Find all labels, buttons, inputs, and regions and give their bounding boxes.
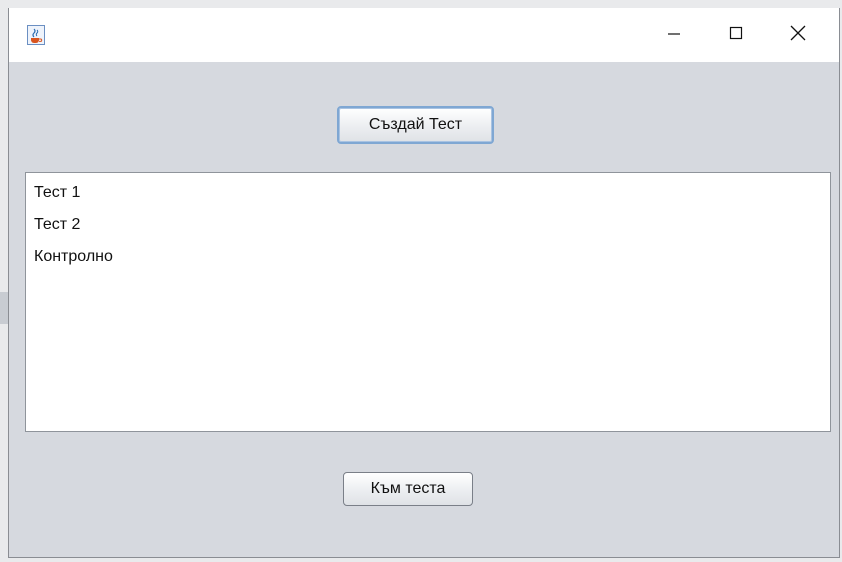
list-item[interactable]: Тест 2 [26,209,830,241]
minimize-icon [666,25,682,46]
maximize-icon [728,25,744,46]
java-cup-icon[interactable] [27,25,45,45]
maximize-button[interactable] [713,8,759,62]
app-window: Създай Тест Тест 1 Тест 2 Контролно Към … [8,8,840,558]
close-button[interactable] [775,8,821,62]
list-item[interactable]: Тест 1 [26,177,830,209]
title-bar[interactable] [9,8,839,62]
close-icon [789,24,807,47]
tests-list[interactable]: Тест 1 Тест 2 Контролно [25,172,831,432]
list-item[interactable]: Контролно [26,241,830,273]
background-window-edge [0,292,8,324]
minimize-button[interactable] [651,8,697,62]
go-to-test-button[interactable]: Към теста [343,472,473,506]
create-test-button[interactable]: Създай Тест [337,106,494,144]
